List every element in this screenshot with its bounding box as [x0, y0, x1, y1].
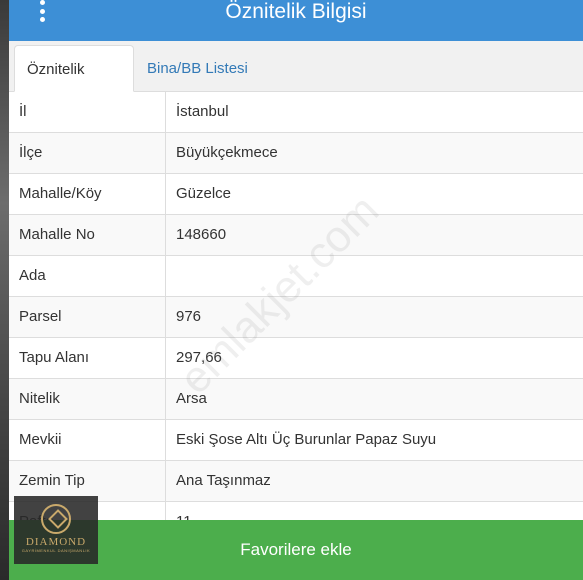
- table-row: İl İstanbul: [9, 92, 583, 133]
- row-value: Güzelce: [176, 185, 232, 202]
- tab-bar: Öznitelik Bilgisi Bina/BB Listesi: [9, 41, 583, 125]
- row-value: 976: [176, 308, 202, 325]
- row-value: Arsa: [176, 390, 207, 407]
- row-value: Ana Taşınmaz: [176, 472, 271, 489]
- table-row: Tapu Alanı 297,66: [9, 338, 583, 379]
- row-label: Mahalle No: [9, 215, 166, 255]
- table-row: Mevkii Eski Şose Altı Üç Burunlar Papaz …: [9, 420, 583, 461]
- table-row: Ada: [9, 256, 583, 297]
- row-label: İl: [9, 92, 166, 132]
- diamond-logo-badge: DIAMOND GAYRİMENKUL DANIŞMANLIK: [14, 496, 98, 564]
- row-label: Mahalle/Köy: [9, 174, 166, 214]
- row-label: Parsel: [9, 297, 166, 337]
- row-value: Büyükçekmece: [176, 144, 278, 161]
- table-row: Nitelik Arsa: [9, 379, 583, 420]
- row-label: Tapu Alanı: [9, 338, 166, 378]
- row-value: 297,66: [176, 349, 222, 366]
- tab-oznitelik-bilgisi[interactable]: Öznitelik Bilgisi: [14, 45, 134, 125]
- row-label: Nitelik: [9, 379, 166, 419]
- badge-subtitle: GAYRİMENKUL DANIŞMANLIK: [21, 548, 91, 553]
- tab-bina-bb-listesi[interactable]: Bina/BB Listesi: [135, 45, 260, 92]
- table-row: Mahalle/Köy Güzelce: [9, 174, 583, 215]
- row-value: İstanbul: [176, 103, 229, 120]
- table-row: Parsel 976: [9, 297, 583, 338]
- table-row: İlçe Büyükçekmece: [9, 133, 583, 174]
- row-label: İlçe: [9, 133, 166, 173]
- row-label: Ada: [9, 256, 166, 296]
- left-edge-strip: [0, 0, 9, 580]
- attribute-table: İl İstanbul İlçe Büyükçekmece Mahalle/Kö…: [9, 92, 583, 543]
- row-value: 148660: [176, 226, 227, 243]
- badge-name: DIAMOND: [25, 536, 87, 548]
- row-value: Eski Şose Altı Üç Burunlar Papaz Suyu: [176, 431, 437, 448]
- row-label: Zemin Tip: [9, 461, 166, 501]
- diamond-emblem-icon: [41, 504, 71, 534]
- row-value: [166, 256, 176, 296]
- row-label: Mevkii: [9, 420, 166, 460]
- table-row: Mahalle No 148660: [9, 215, 583, 256]
- page-title: Öznitelik Bilgisi: [225, 0, 367, 23]
- app-header: Öznitelik Bilgisi: [9, 0, 583, 41]
